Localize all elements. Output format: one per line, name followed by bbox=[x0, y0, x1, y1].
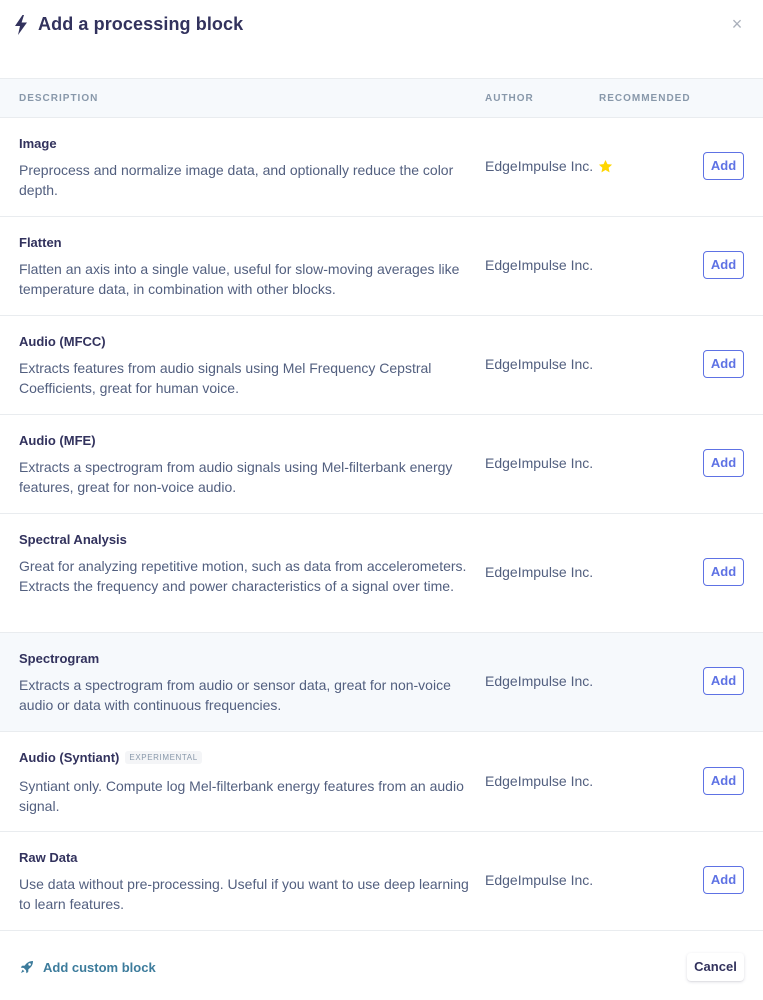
modal-header: Add a processing block × bbox=[0, 0, 763, 78]
block-name-text: Image bbox=[19, 136, 57, 151]
block-name: Audio (MFCC) bbox=[19, 334, 106, 349]
add-button[interactable]: Add bbox=[703, 558, 744, 586]
modal-title: Add a processing block bbox=[38, 14, 244, 34]
block-name-text: Audio (Syntiant) bbox=[19, 750, 120, 765]
block-author: EdgeImpulse Inc. bbox=[485, 356, 594, 372]
block-name-text: Spectrogram bbox=[19, 651, 100, 666]
block-description: Preprocess and normalize image data, and… bbox=[19, 162, 454, 198]
block-author: EdgeImpulse Inc. bbox=[485, 872, 594, 888]
add-button[interactable]: Add bbox=[703, 350, 744, 378]
block-description: Flatten an axis into a single value, use… bbox=[19, 261, 460, 297]
block-description: Use data without pre-processing. Useful … bbox=[19, 876, 469, 912]
add-button[interactable]: Add bbox=[703, 449, 744, 477]
table-row: Audio (MFE) Extracts a spectrogram from a… bbox=[0, 415, 763, 514]
block-name-text: Audio (MFCC) bbox=[19, 334, 106, 349]
add-custom-block-label: Add custom block bbox=[43, 959, 156, 975]
block-name: Raw Data bbox=[19, 850, 78, 865]
add-button[interactable]: Add bbox=[703, 152, 744, 180]
block-description: Extracts a spectrogram from audio signal… bbox=[19, 459, 453, 495]
block-name: Flatten bbox=[19, 235, 62, 250]
table-row: Spectral Analysis Great for analyzing rep… bbox=[0, 514, 763, 633]
bolt-icon bbox=[15, 15, 27, 35]
block-name: Spectral Analysis bbox=[19, 532, 127, 547]
experimental-badge: EXPERIMENTAL bbox=[125, 751, 202, 764]
processing-block-list: Image Preprocess and normalize image data… bbox=[0, 118, 763, 931]
block-author: EdgeImpulse Inc. bbox=[485, 564, 594, 580]
modal-footer: Add custom block Cancel bbox=[0, 930, 763, 1000]
table-row: Spectrogram Extracts a spectrogram from a… bbox=[0, 633, 763, 732]
block-name: Audio (Syntiant) EXPERIMENTAL bbox=[19, 750, 202, 765]
cancel-button[interactable]: Cancel bbox=[687, 953, 744, 981]
star-icon bbox=[598, 159, 613, 173]
add-custom-block-link[interactable]: Add custom block bbox=[20, 958, 156, 976]
table-row: Audio (Syntiant) EXPERIMENTAL Syntiant onl… bbox=[0, 732, 763, 832]
block-description: Extracts features from audio signals usi… bbox=[19, 360, 432, 396]
block-author: EdgeImpulse Inc. bbox=[485, 773, 594, 789]
block-description: Great for analyzing repetitive motion, s… bbox=[19, 558, 467, 594]
block-name-text: Raw Data bbox=[19, 850, 78, 865]
add-button[interactable]: Add bbox=[703, 667, 744, 695]
column-header-recommended: RECOMMENDED bbox=[599, 93, 691, 104]
block-name: Image bbox=[19, 136, 57, 151]
add-processing-block-modal: Add a processing block × DESCRIPTION AUT… bbox=[0, 0, 763, 1000]
block-name: Spectrogram bbox=[19, 651, 99, 666]
block-author: EdgeImpulse Inc. bbox=[485, 257, 594, 273]
column-header-description: DESCRIPTION bbox=[19, 93, 99, 104]
column-header-author: AUTHOR bbox=[485, 93, 534, 104]
add-button[interactable]: Add bbox=[703, 767, 744, 795]
block-author: EdgeImpulse Inc. bbox=[485, 673, 594, 689]
table-row: Audio (MFCC) Extracts features from audio… bbox=[0, 316, 763, 415]
block-name-text: Flatten bbox=[19, 235, 62, 250]
block-description: Extracts a spectrogram from audio or sen… bbox=[19, 677, 451, 713]
block-name: Audio (MFE) bbox=[19, 433, 96, 448]
table-header: DESCRIPTION AUTHOR RECOMMENDED bbox=[0, 78, 763, 118]
rocket-icon bbox=[20, 961, 33, 974]
block-name-text: Audio (MFE) bbox=[19, 433, 96, 448]
table-row: Flatten Flatten an axis into a single val… bbox=[0, 217, 763, 316]
table-row: Raw Data Use data without pre-processing.… bbox=[0, 832, 763, 931]
block-name-text: Spectral Analysis bbox=[19, 532, 127, 547]
table-row: Image Preprocess and normalize image data… bbox=[0, 118, 763, 217]
close-icon[interactable]: × bbox=[730, 15, 744, 33]
add-button[interactable]: Add bbox=[703, 866, 744, 894]
block-author: EdgeImpulse Inc. bbox=[485, 158, 594, 174]
block-author: EdgeImpulse Inc. bbox=[485, 455, 594, 471]
block-description: Syntiant only. Compute log Mel-filterban… bbox=[19, 778, 464, 814]
add-button[interactable]: Add bbox=[703, 251, 744, 279]
